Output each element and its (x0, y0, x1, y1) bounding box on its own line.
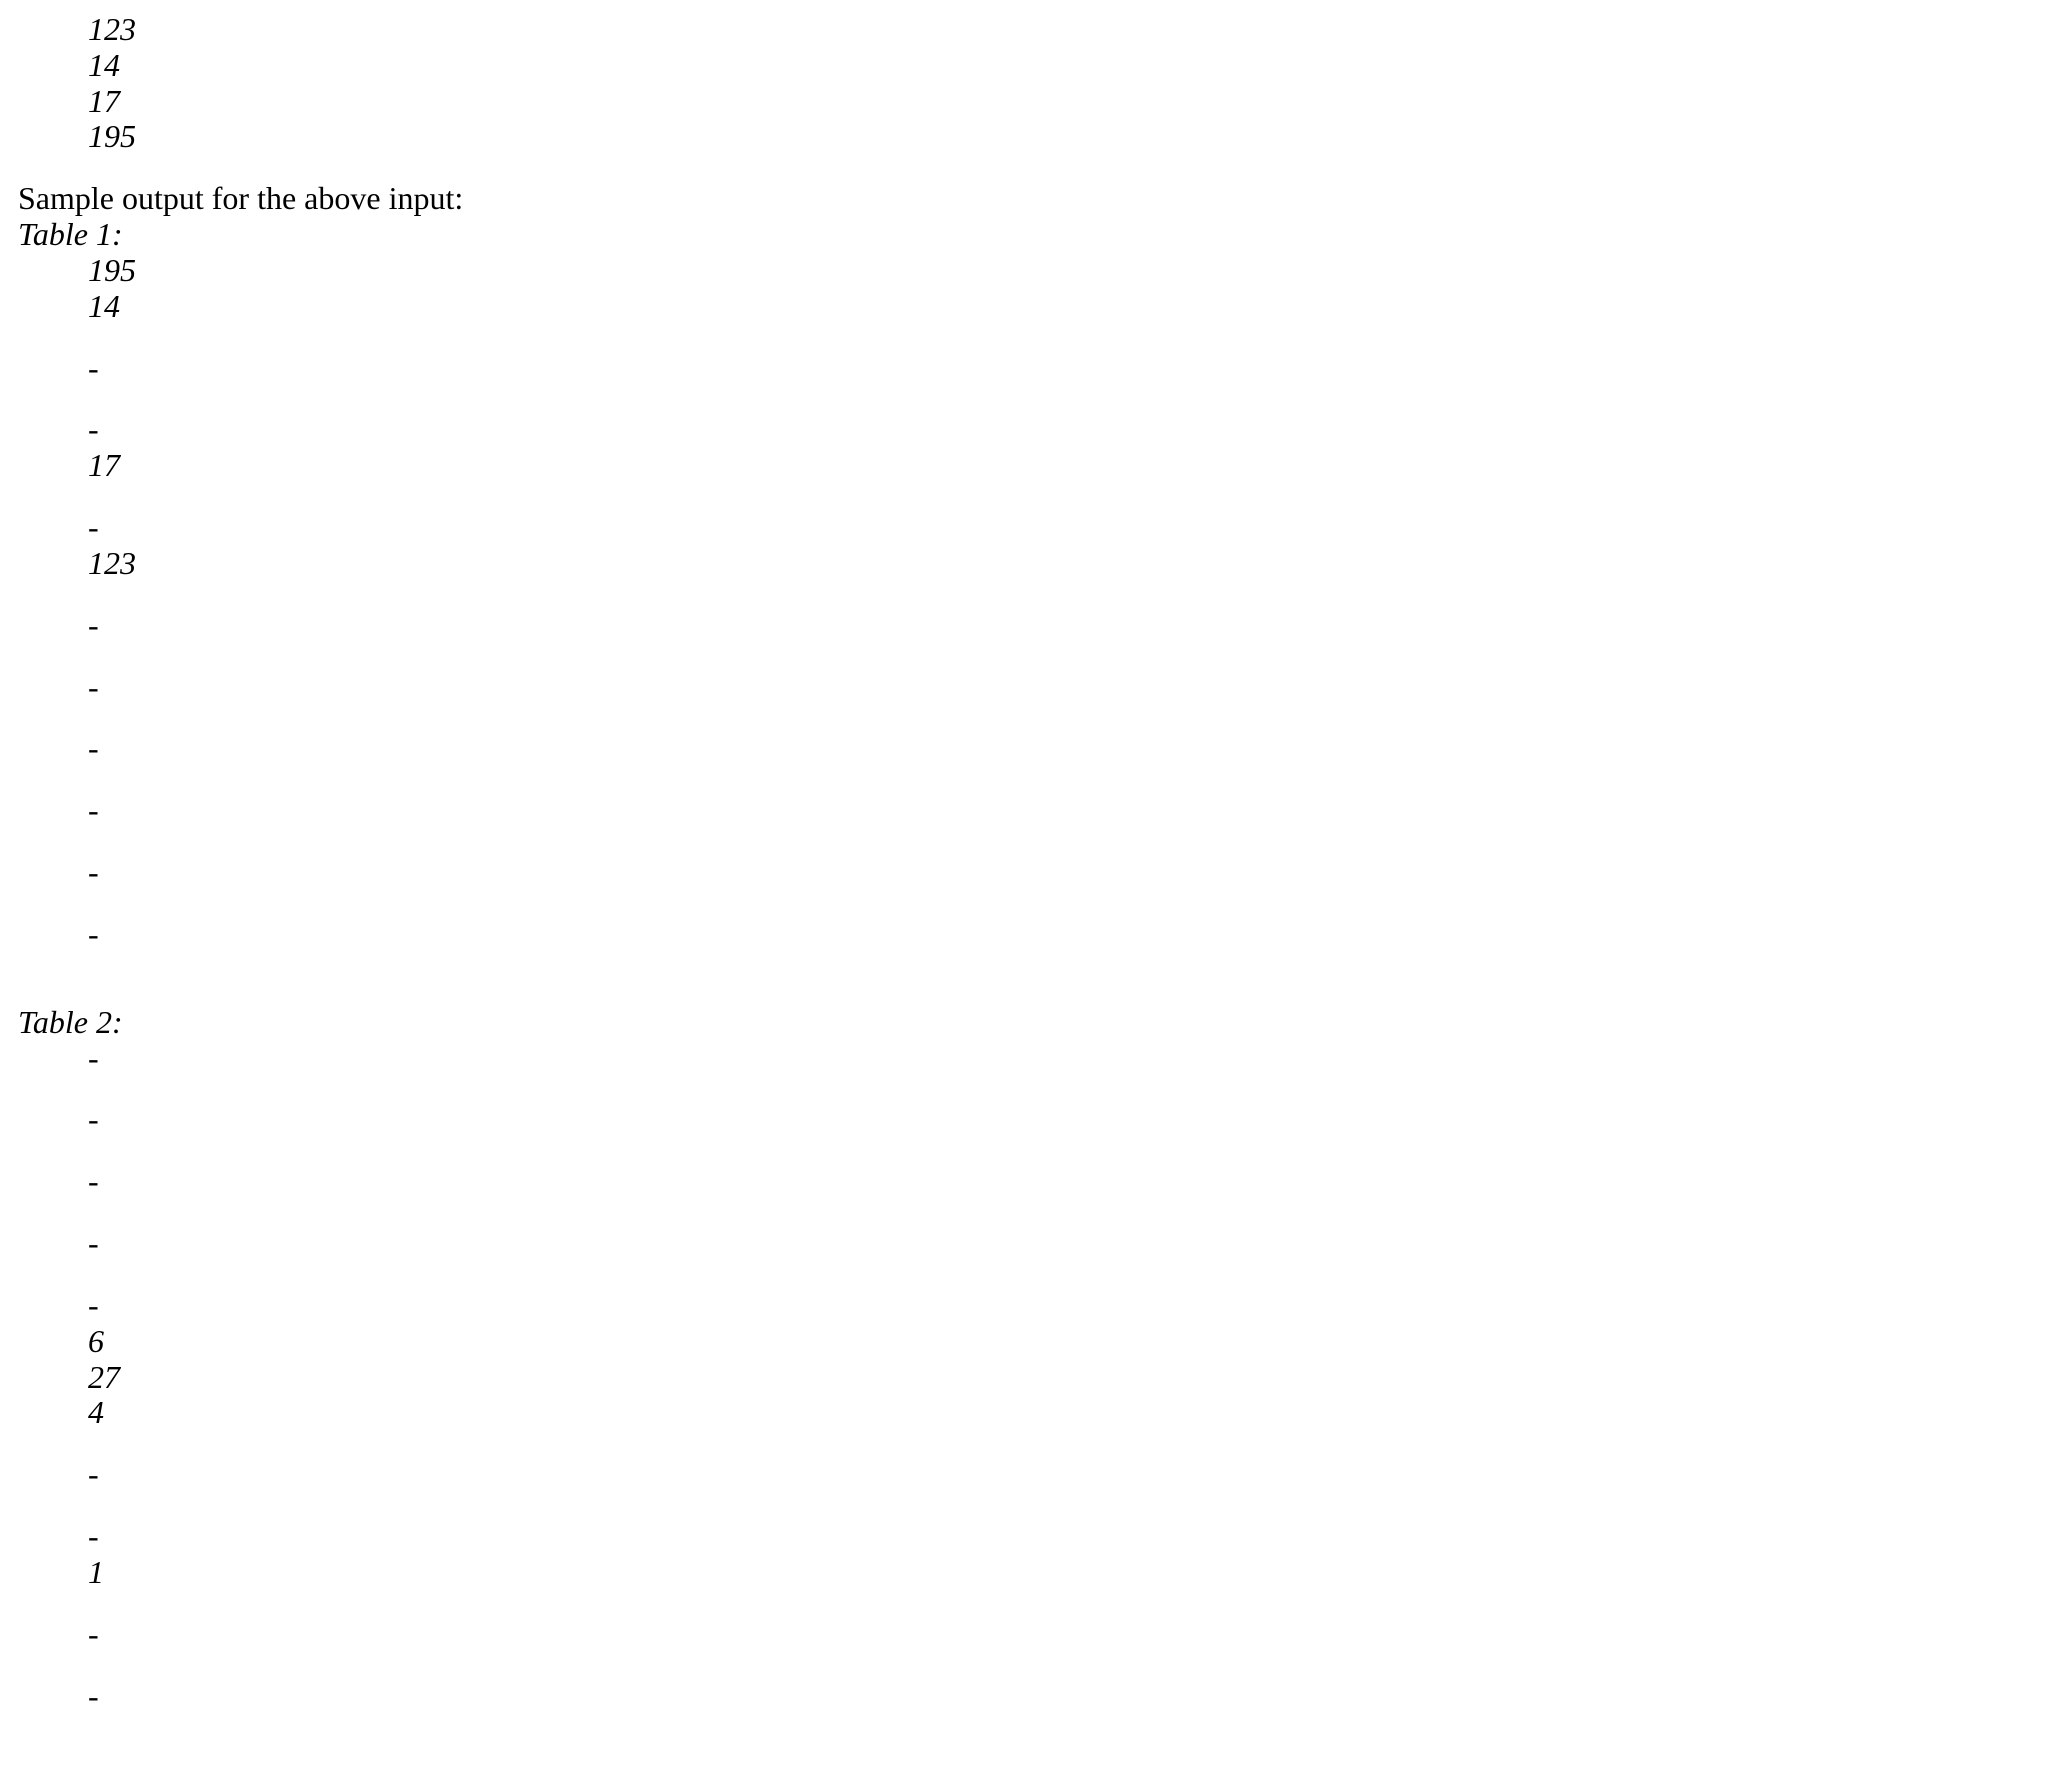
blank-line (18, 979, 2028, 1005)
blank-line (88, 705, 2028, 731)
table-row: 4 (88, 1395, 2028, 1431)
blank-line (88, 1076, 2028, 1102)
table-row: 195 (88, 253, 2028, 289)
blank-line (88, 767, 2028, 793)
table-2-block: - - - - - 6 27 4 - - 1 - - (18, 1041, 2028, 1715)
table-row: - (88, 1617, 2028, 1653)
table-row: - (88, 1164, 2028, 1200)
blank-line (88, 1653, 2028, 1679)
blank-line (88, 1493, 2028, 1519)
table-1-block: 195 14 - - 17 - 123 - - - - - - (18, 253, 2028, 953)
blank-line (88, 1431, 2028, 1457)
blank-line (88, 1138, 2028, 1164)
table-row: - (88, 1226, 2028, 1262)
blank-line (88, 829, 2028, 855)
blank-line (88, 325, 2028, 351)
table-row: - (88, 670, 2028, 706)
blank-line (88, 582, 2028, 608)
table-row: - (88, 351, 2028, 387)
blank-line (88, 644, 2028, 670)
table-2-label: Table 2: (18, 1005, 2028, 1041)
table-row: - (88, 731, 2028, 767)
table-row: 17 (88, 448, 2028, 484)
blank-line (88, 1591, 2028, 1617)
input-value: 123 (88, 12, 2028, 48)
input-value: 14 (88, 48, 2028, 84)
table-row: - (88, 1519, 2028, 1555)
table-row: - (88, 1102, 2028, 1138)
blank-line (88, 1200, 2028, 1226)
blank-line (88, 1262, 2028, 1288)
table-row: 1 (88, 1555, 2028, 1591)
table-1-label: Table 1: (18, 217, 2028, 253)
table-row: 123 (88, 546, 2028, 582)
input-value: 17 (88, 84, 2028, 120)
table-row: 14 (88, 289, 2028, 325)
table-row: 6 (88, 1324, 2028, 1360)
table-row: - (88, 1288, 2028, 1324)
blank-line (18, 155, 2028, 181)
table-row: - (88, 917, 2028, 953)
table-row: - (88, 608, 2028, 644)
table-row: 27 (88, 1360, 2028, 1396)
table-row: - (88, 1041, 2028, 1077)
table-row: - (88, 412, 2028, 448)
input-values-block: 123 14 17 195 (18, 12, 2028, 155)
blank-line (88, 484, 2028, 510)
blank-line (88, 386, 2028, 412)
table-row: - (88, 793, 2028, 829)
blank-line (18, 953, 2028, 979)
table-row: - (88, 510, 2028, 546)
blank-line (88, 891, 2028, 917)
table-row: - (88, 1679, 2028, 1715)
table-row: - (88, 855, 2028, 891)
table-row: - (88, 1457, 2028, 1493)
sample-output-label: Sample output for the above input: (18, 181, 2028, 217)
input-value: 195 (88, 119, 2028, 155)
